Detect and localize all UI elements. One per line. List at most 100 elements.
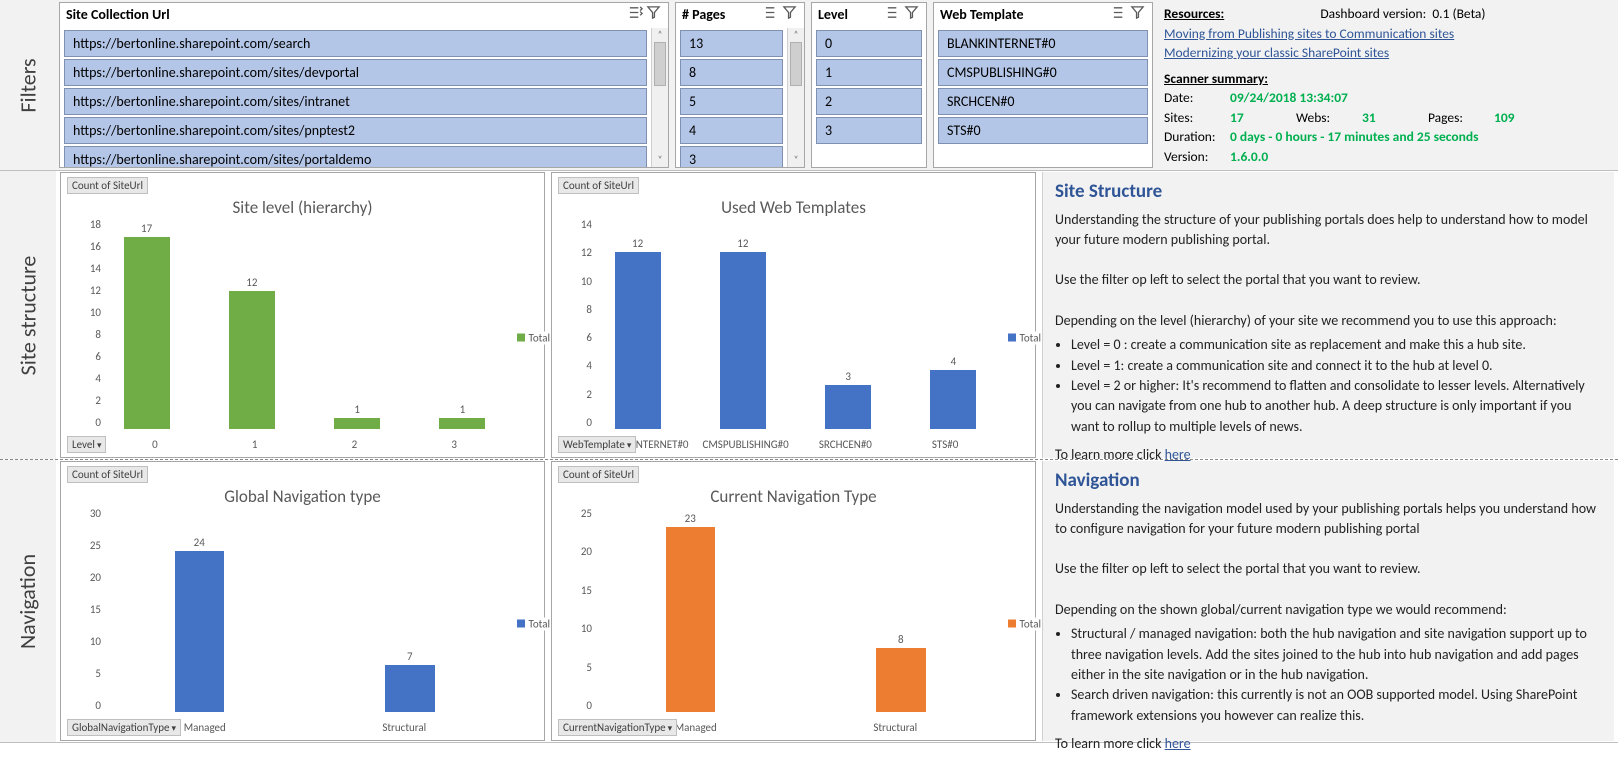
bar[interactable]: 1 (421, 222, 504, 429)
scan-pages: 109 (1494, 108, 1515, 128)
field-dropdown[interactable]: Level (67, 436, 106, 453)
scroll-down-icon[interactable]: ˅ (788, 153, 804, 167)
resource-link-1[interactable]: Moving from Publishing sites to Communic… (1164, 25, 1454, 42)
slicer-item[interactable]: 8 (680, 59, 783, 86)
scroll-down-icon[interactable]: ˅ (652, 153, 668, 167)
chart-site-level[interactable]: Count of SiteUrl Site level (hierarchy) … (60, 172, 545, 458)
bar-value: 12 (632, 237, 643, 250)
chart-legend: Total (517, 617, 550, 630)
bar[interactable]: 23 (645, 511, 735, 712)
slicer-item[interactable]: BLANKINTERNET#0 (938, 30, 1148, 57)
dashboard-version-value: 0.1 (Beta) (1432, 5, 1485, 22)
multiselect-icon[interactable] (884, 5, 902, 24)
slicer-item[interactable]: SRCHCEN#0 (938, 88, 1148, 115)
slicer-level[interactable]: Level 0 1 2 3 (811, 2, 927, 168)
bar[interactable]: 1 (316, 222, 399, 429)
bar[interactable]: 12 (701, 222, 784, 429)
bar-value: 7 (407, 650, 413, 663)
bar[interactable]: 24 (154, 511, 244, 712)
clear-filter-icon[interactable] (780, 5, 798, 24)
scroll-thumb[interactable] (654, 42, 666, 86)
clear-filter-icon[interactable] (644, 5, 662, 24)
chart-global-nav[interactable]: Count of SiteUrl Global Navigation type … (60, 461, 545, 741)
slicer-item[interactable]: https://bertonline.sharepoint.com/sites/… (64, 146, 647, 167)
scroll-thumb[interactable] (790, 42, 802, 86)
bar[interactable]: 3 (807, 222, 890, 429)
bar[interactable]: 8 (856, 511, 946, 712)
field-dropdown[interactable]: CurrentNavigationType (558, 719, 677, 736)
scanner-summary-heading: Scanner summary: (1164, 69, 1610, 89)
multiselect-icon[interactable] (626, 5, 644, 24)
bar-category: 3 (404, 438, 504, 451)
slicer-item[interactable]: STS#0 (938, 117, 1148, 144)
chart-legend: Total (1008, 331, 1041, 344)
bar-category: CMSPUBLISHING#0 (696, 438, 796, 451)
bar-category: Structural (305, 721, 505, 734)
y-axis: 2520151050 (558, 507, 592, 712)
bar-category: SRCHCEN#0 (796, 438, 896, 451)
slicer-item[interactable]: https://bertonline.sharepoint.com/sites/… (64, 59, 647, 86)
resource-link-2[interactable]: Modernizing your classic SharePoint site… (1164, 44, 1389, 61)
scroll-up-icon[interactable]: ˄ (652, 28, 668, 42)
chart-badge: Count of SiteUrl (67, 466, 148, 483)
y-axis: 302520151050 (67, 507, 101, 712)
slicer-item[interactable]: 13 (680, 30, 783, 57)
slicer-item[interactable]: 1 (816, 59, 922, 86)
chart-web-templates[interactable]: Count of SiteUrl Used Web Templates 1412… (551, 172, 1036, 458)
slicer-item[interactable]: 5 (680, 88, 783, 115)
bar-category: 0 (105, 438, 205, 451)
slicer-item[interactable]: https://bertonline.sharepoint.com/sites/… (64, 117, 647, 144)
scrollbar[interactable]: ˄ ˅ (651, 28, 668, 167)
bar[interactable]: 12 (596, 222, 679, 429)
scan-sites: 17 (1230, 108, 1290, 128)
bar-value: 24 (194, 536, 205, 549)
slicer-item[interactable]: 0 (816, 30, 922, 57)
field-dropdown[interactable]: WebTemplate (558, 436, 636, 453)
slicer-item[interactable]: 3 (680, 146, 783, 167)
slicer-item[interactable]: 4 (680, 117, 783, 144)
slicer-item[interactable]: https://bertonline.sharepoint.com/search (64, 30, 647, 57)
slicer-item[interactable]: https://bertonline.sharepoint.com/sites/… (64, 88, 647, 115)
chart-badge: Count of SiteUrl (558, 466, 639, 483)
clear-filter-icon[interactable] (902, 5, 920, 24)
multiselect-icon[interactable] (762, 5, 780, 24)
resources-heading: Resources: (1164, 5, 1224, 22)
slicer-list: https://bertonline.sharepoint.com/search… (60, 28, 651, 167)
navigation-row-label: Navigation (0, 460, 56, 742)
scrollbar[interactable]: ˄ ˅ (787, 28, 804, 167)
bar-value: 1 (460, 403, 466, 416)
bar-value: 17 (141, 222, 152, 235)
site-structure-row: Site structure Count of SiteUrl Site lev… (0, 171, 1618, 460)
slicer-item[interactable]: CMSPUBLISHING#0 (938, 59, 1148, 86)
slicer-pages[interactable]: # Pages 13 8 5 4 3 ˄ ˅ (675, 2, 805, 168)
dashboard-version-label: Dashboard version: (1320, 5, 1426, 22)
bar[interactable]: 17 (105, 222, 188, 429)
slicer-title: # Pages (682, 6, 762, 23)
learn-more-link[interactable]: here (1165, 735, 1191, 752)
chart-legend: Total (1008, 617, 1041, 630)
bar-category: STS#0 (895, 438, 995, 451)
multiselect-icon[interactable] (1110, 5, 1128, 24)
scan-webs: 31 (1362, 108, 1422, 128)
scan-date: 09/24/2018 13:34:07 (1230, 88, 1348, 108)
bar-value: 8 (898, 633, 904, 646)
bar-value: 4 (951, 355, 957, 368)
navigation-row: Navigation Count of SiteUrl Global Navig… (0, 460, 1618, 743)
bar[interactable]: 4 (912, 222, 995, 429)
slicer-item[interactable]: 3 (816, 117, 922, 144)
chart-current-nav[interactable]: Count of SiteUrl Current Navigation Type… (551, 461, 1036, 741)
info-panel: Resources: Dashboard version: 0.1 (Beta)… (1156, 0, 1618, 170)
chart-title: Used Web Templates (552, 197, 1035, 218)
scroll-up-icon[interactable]: ˄ (788, 28, 804, 42)
bar[interactable]: 7 (365, 511, 455, 712)
slicer-web-template[interactable]: Web Template BLANKINTERNET#0 CMSPUBLISHI… (933, 2, 1153, 168)
y-axis: 181614121086420 (67, 218, 101, 429)
slicer-item[interactable]: 2 (816, 88, 922, 115)
clear-filter-icon[interactable] (1128, 5, 1146, 24)
slicer-site-collection[interactable]: Site Collection Url https://bertonline.s… (59, 2, 669, 168)
bar[interactable]: 12 (210, 222, 293, 429)
panel-heading: Site Structure (1055, 178, 1602, 206)
bar-value: 12 (737, 237, 748, 250)
slicer-title: Web Template (940, 6, 1110, 23)
field-dropdown[interactable]: GlobalNavigationType (67, 719, 181, 736)
